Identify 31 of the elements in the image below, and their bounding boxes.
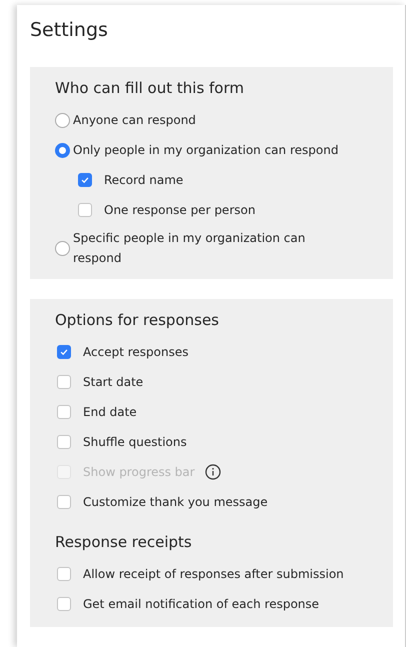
radio-button[interactable]	[55, 240, 70, 256]
section-heading: Who can fill out this form	[55, 79, 245, 97]
section-heading: Options for responses	[55, 311, 220, 329]
option-label: Accept responses	[83, 345, 188, 359]
option-label: Shuffle questions	[83, 435, 187, 449]
option-label: Start date	[83, 375, 144, 389]
checkbox[interactable]	[57, 345, 71, 359]
option-label: Specific people in my organization can respond	[73, 230, 306, 267]
checkbox[interactable]	[57, 375, 71, 389]
option-label: Record name	[104, 173, 184, 187]
radio-button[interactable]	[55, 142, 70, 158]
checkbox[interactable]	[57, 495, 71, 509]
option-label: Customize thank you message	[83, 495, 268, 509]
settings-title: Settings	[30, 19, 109, 41]
checkbox[interactable]	[78, 173, 92, 187]
option-label: One response per person	[104, 203, 256, 217]
option-label: Only people in my organization can respond	[73, 142, 338, 159]
radio-button[interactable]	[55, 112, 70, 128]
checkbox[interactable]	[78, 203, 92, 217]
option-label: End date	[83, 405, 137, 419]
checkbox[interactable]	[57, 435, 71, 449]
section-heading: Response receipts	[55, 533, 193, 551]
option-label: Show progress bar	[83, 465, 195, 479]
checkbox[interactable]	[57, 567, 71, 581]
checkmark-icon	[80, 175, 90, 185]
option-label: Anyone can respond	[73, 112, 196, 129]
option-label: Get email notification of each response	[83, 597, 320, 611]
checkbox[interactable]	[57, 597, 71, 611]
checkbox[interactable]	[57, 405, 71, 419]
option-label: Allow receipt of responses after submission	[83, 567, 344, 581]
checkmark-icon	[59, 347, 69, 357]
